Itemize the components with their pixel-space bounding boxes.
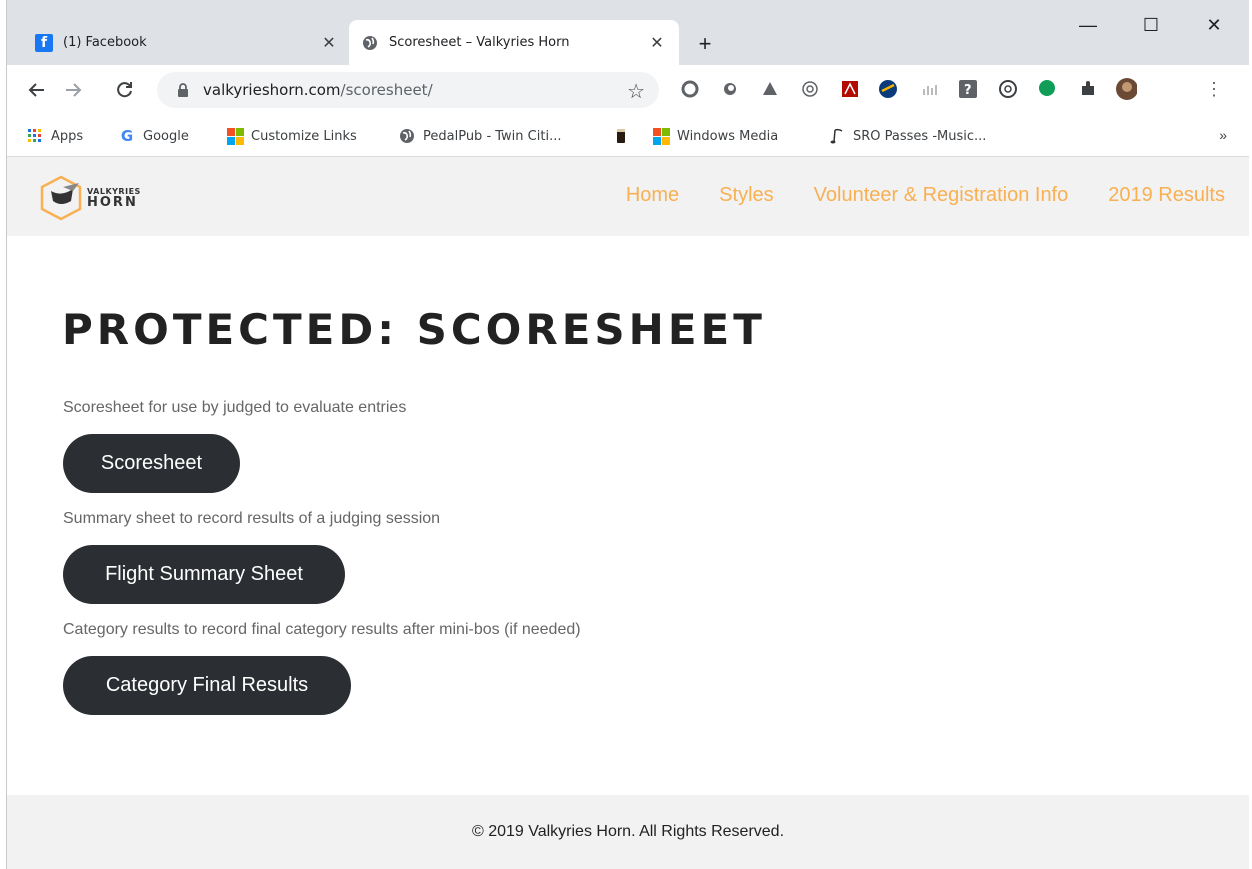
microsoft-icon <box>226 127 244 145</box>
back-icon[interactable] <box>25 78 49 102</box>
new-tab-button[interactable]: + <box>691 30 719 58</box>
tab-title: Scoresheet – Valkyries Horn <box>389 35 570 50</box>
scoresheet-button[interactable]: Scoresheet <box>63 434 240 493</box>
apps-grid-icon <box>27 128 43 144</box>
minimize-button[interactable]: — <box>1065 10 1111 40</box>
more-menu-icon[interactable]: ⋮ <box>1203 78 1225 100</box>
microsoft-icon <box>652 127 670 145</box>
nav-styles[interactable]: Styles <box>719 184 773 207</box>
horn-hexagon-icon <box>40 175 82 221</box>
browser-toolbar: valkyrieshorn.com/scoresheet/ ☆ ? 9+ ⋮ <box>7 65 1249 164</box>
bookmark-label: Apps <box>51 128 84 144</box>
more-bookmarks-icon[interactable]: » <box>1219 127 1227 143</box>
bookmark-label: PedalPub - Twin Citi... <box>423 128 562 144</box>
tab-strip: f (1) Facebook ✕ Scoresheet – Valkyries … <box>7 0 1249 65</box>
tab-title: (1) Facebook <box>63 35 147 50</box>
bookmarks-bar: Apps G Google Customize Links PedalPub -… <box>7 115 1249 157</box>
bookmark-label: Windows Media <box>677 128 779 144</box>
google-icon: G <box>120 127 134 145</box>
bookmark-pedalpub[interactable]: PedalPub - Twin Citi... <box>399 126 561 146</box>
bookmark-label: Customize Links <box>251 128 357 144</box>
bookmark-customize-links[interactable]: Customize Links <box>226 126 357 146</box>
maximize-button[interactable]: ☐ <box>1128 10 1174 40</box>
nav-volunteer-registration[interactable]: Volunteer & Registration Info <box>814 184 1069 207</box>
facebook-icon: f <box>35 33 53 52</box>
flight-summary-sheet-button[interactable]: Flight Summary Sheet <box>63 545 345 604</box>
logo-line-2: HORN <box>87 194 138 210</box>
flight-summary-description: Summary sheet to record results of a jud… <box>63 510 441 527</box>
page-title: PROTECTED: SCORESHEET <box>62 305 766 354</box>
lock-icon[interactable] <box>175 82 191 98</box>
help-extension-icon[interactable]: ? <box>957 78 979 100</box>
logo-text: VALKYRIES HORN <box>87 187 141 210</box>
close-window-button[interactable]: ✕ <box>1191 10 1237 40</box>
scoresheet-description: Scoresheet for use by judged to evaluate… <box>63 399 407 416</box>
profile-avatar-icon[interactable] <box>1115 78 1137 100</box>
category-results-description: Category results to record final categor… <box>63 621 581 638</box>
chart-extension-icon[interactable] <box>919 78 941 100</box>
copyright-text: © 2019 Valkyries Horn. All Rights Reserv… <box>471 823 785 840</box>
pdf-extension-icon[interactable] <box>839 78 861 100</box>
tab-facebook[interactable]: f (1) Facebook ✕ <box>23 20 351 65</box>
tab-scoresheet[interactable]: Scoresheet – Valkyries Horn ✕ <box>349 20 679 65</box>
bookmark-label: Google <box>143 128 189 144</box>
globe-icon <box>399 128 415 144</box>
bookmark-beer[interactable] <box>613 126 637 146</box>
puzzle-extension-icon[interactable] <box>1077 78 1099 100</box>
bookmark-sro-passes[interactable]: SRO Passes -Music... <box>829 126 986 146</box>
url-path: /scoresheet/ <box>340 81 433 99</box>
web-page: VALKYRIES HORN Home Styles Volunteer & R… <box>7 157 1249 869</box>
category-final-results-button[interactable]: Category Final Results <box>63 656 351 715</box>
nav-2019-results[interactable]: 2019 Results <box>1108 184 1225 207</box>
bookmark-star-icon[interactable]: ☆ <box>627 79 645 104</box>
bookmark-label: SRO Passes -Music... <box>853 128 987 144</box>
url-text[interactable]: valkyrieshorn.com/scoresheet/ <box>203 81 433 99</box>
green-extension-icon[interactable] <box>1037 78 1059 100</box>
bookmark-google[interactable]: G Google <box>119 126 189 146</box>
bookmark-windows-media[interactable]: Windows Media <box>652 126 779 146</box>
url-domain: valkyrieshorn.com <box>203 81 341 99</box>
svg-text:?: ? <box>964 83 972 98</box>
globe-icon <box>361 34 379 52</box>
reload-icon[interactable] <box>113 78 137 102</box>
address-bar[interactable]: valkyrieshorn.com/scoresheet/ ☆ <box>157 72 659 108</box>
circle-extension-icon[interactable] <box>719 78 741 100</box>
bookmark-apps[interactable]: Apps <box>27 126 83 146</box>
drive-extension-icon[interactable] <box>759 78 781 100</box>
opera-extension-icon[interactable] <box>679 78 701 100</box>
site-header: VALKYRIES HORN Home Styles Volunteer & R… <box>7 157 1249 236</box>
close-icon[interactable]: ✕ <box>317 31 341 55</box>
close-icon[interactable]: ✕ <box>645 31 669 55</box>
forward-icon[interactable] <box>61 78 85 102</box>
beer-icon <box>613 128 629 144</box>
site-logo[interactable]: VALKYRIES HORN <box>39 174 159 222</box>
chat-extension-icon[interactable] <box>997 78 1019 100</box>
search-extension-icon[interactable] <box>799 78 821 100</box>
site-nav: Home Styles Volunteer & Registration Inf… <box>626 184 1225 207</box>
site-footer: © 2019 Valkyries Horn. All Rights Reserv… <box>7 795 1249 869</box>
music-note-icon <box>829 128 845 144</box>
nav-home[interactable]: Home <box>626 184 679 207</box>
compass-extension-icon[interactable] <box>877 78 899 100</box>
browser-window: f (1) Facebook ✕ Scoresheet – Valkyries … <box>6 0 1249 869</box>
